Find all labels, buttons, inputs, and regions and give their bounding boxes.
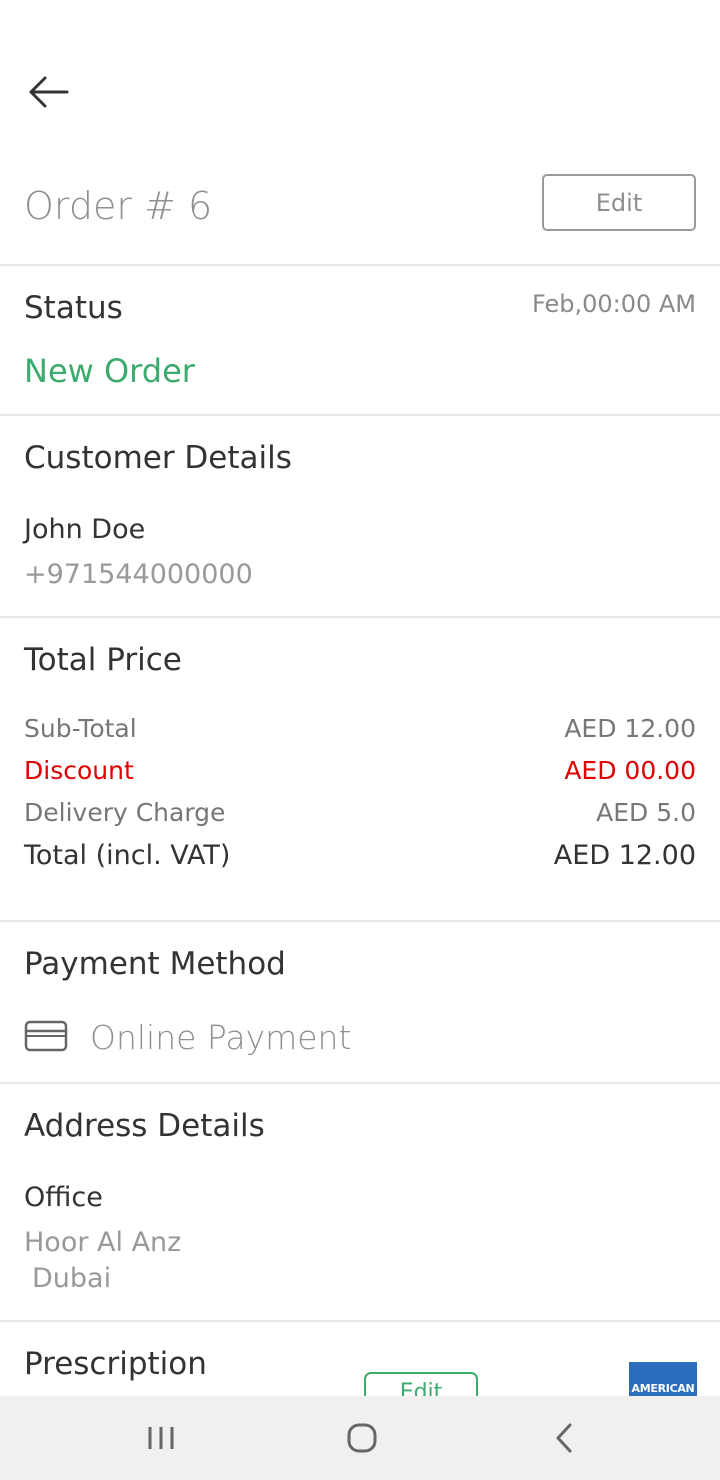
american-express-logo: AMERICAN: [629, 1362, 697, 1396]
subtotal-label: Sub-Total: [24, 714, 137, 743]
delivery-charge-row: Delivery Charge AED 5.0: [24, 798, 696, 827]
discount-value: AED 00.00: [564, 756, 696, 785]
address-label: Office: [24, 1182, 103, 1213]
delivery-charge-value: AED 5.0: [596, 798, 696, 827]
delivery-charge-label: Delivery Charge: [24, 798, 226, 827]
status-section: Status Feb,00:00 AM New Order: [0, 266, 720, 416]
customer-details-title: Customer Details: [24, 440, 292, 476]
status-time: Feb,00:00 AM: [531, 290, 696, 318]
payment-method-value: Online Payment: [90, 1018, 352, 1057]
total-row: Total (incl. VAT) AED 12.00: [24, 840, 696, 871]
customer-name: John Doe: [24, 514, 146, 545]
system-navigation-bar: [0, 1396, 720, 1480]
payment-method-section: Payment Method Online Payment: [0, 922, 720, 1084]
customer-phone: +971544000000: [24, 559, 253, 590]
back-arrow-icon[interactable]: [22, 66, 74, 118]
prescription-section: Prescription Edit AMERICAN: [0, 1322, 720, 1396]
subtotal-value: AED 12.00: [564, 714, 696, 743]
back-nav-icon[interactable]: [534, 1414, 594, 1462]
recent-apps-icon[interactable]: [131, 1414, 191, 1462]
credit-card-icon: [24, 1020, 68, 1058]
status-title: Status: [24, 290, 123, 326]
prescription-edit-button[interactable]: Edit: [364, 1372, 478, 1396]
discount-label: Discount: [24, 756, 134, 785]
total-value: AED 12.00: [553, 840, 696, 871]
address-details-section: Address Details Office Hoor Al Anz Dubai: [0, 1084, 720, 1322]
status-value: New Order: [24, 352, 195, 390]
payment-method-title: Payment Method: [24, 946, 286, 982]
home-icon[interactable]: [332, 1414, 392, 1462]
address-details-title: Address Details: [24, 1108, 265, 1144]
prescription-title: Prescription: [24, 1346, 207, 1382]
address-line-2: Dubai: [32, 1263, 112, 1294]
total-price-section: Total Price Sub-Total AED 12.00 Discount…: [0, 618, 720, 922]
order-header: Order # 6 Edit: [0, 160, 720, 266]
total-label: Total (incl. VAT): [24, 840, 231, 871]
address-line-1: Hoor Al Anz: [24, 1227, 182, 1258]
order-title: Order # 6: [24, 184, 213, 228]
total-price-title: Total Price: [24, 642, 182, 678]
subtotal-row: Sub-Total AED 12.00: [24, 714, 696, 743]
discount-row: Discount AED 00.00: [24, 756, 696, 785]
customer-details-section: Customer Details John Doe +971544000000: [0, 416, 720, 618]
edit-order-button[interactable]: Edit: [542, 174, 696, 231]
